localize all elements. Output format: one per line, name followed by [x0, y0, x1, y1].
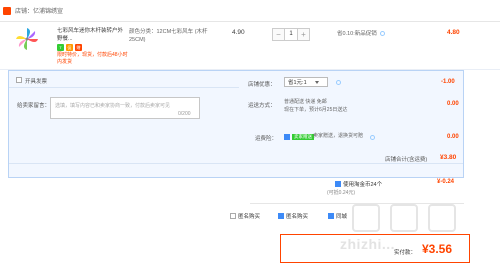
message-label: 给卖家留言： — [17, 103, 51, 109]
shipping-eta: 现在下单，预计6月25日送达 — [284, 107, 348, 113]
promo-line-2: 内发货 — [57, 59, 73, 65]
chevron-down-icon — [314, 80, 319, 84]
divider — [9, 87, 239, 88]
coupon-selected: 省1元:1 — [288, 80, 307, 86]
option-item[interactable]: 同城 — [328, 212, 347, 220]
quantity-stepper: − 1 + — [272, 28, 310, 41]
coin-discount-checkbox[interactable] — [335, 181, 341, 187]
coin-discount-amount: ¥-0.24 — [437, 179, 455, 185]
message-placeholder: 选填，填写内容已和卖家协商一致，付款后卖家可见 — [55, 103, 171, 109]
shipping-label: 运送方式： — [248, 103, 276, 109]
shipping-amount: 0.00 — [447, 101, 459, 107]
insurance-text: 卖家赠送，退换货可赔 — [313, 133, 364, 139]
help-icon[interactable] — [380, 31, 386, 37]
insurance-tag: 卖家赠送 — [292, 134, 314, 140]
payment-amount: ¥3.56 — [422, 242, 453, 256]
tmall-badge-icon: T — [57, 44, 64, 51]
option-item[interactable]: 匿名购买 — [230, 212, 260, 220]
qty-minus-button[interactable]: − — [273, 29, 284, 40]
coin-discount-note: (可抵0.24元) — [327, 190, 356, 196]
item-subtotal: 4.80 — [447, 29, 460, 36]
store-header: 店铺：亿浦锦绣宣 — [0, 0, 500, 22]
option-label: 匿名购买 — [286, 214, 309, 220]
qty-input[interactable]: 1 — [284, 29, 298, 40]
option-checkbox[interactable] — [328, 213, 334, 219]
payment-label: 实付款： — [394, 250, 417, 256]
qty-plus-button[interactable]: + — [298, 29, 309, 40]
store-total-amount: ¥3.80 — [440, 154, 457, 161]
promo-line-1: 限时特价，现货，付款后48小时 — [57, 52, 128, 58]
item-title[interactable]: 七彩风车迷你木杆装转户外野餐... — [57, 27, 127, 43]
option-checkbox[interactable] — [278, 213, 284, 219]
item-badges: T 促 赠 — [57, 44, 82, 51]
promo-badge-icon: 促 — [66, 44, 73, 51]
watermark-site: zhizhi... — [340, 236, 396, 252]
option-label: 匿名购买 — [238, 214, 261, 220]
gift-badge-icon: 赠 — [75, 44, 82, 51]
invoice-label: 开具发票 — [25, 79, 48, 85]
item-spec: 颜色分类：12CM七彩风车 (木杆25CM) — [129, 29, 208, 43]
item-price: 4.90 — [232, 29, 245, 36]
option-item[interactable]: 匿名购买 — [278, 212, 308, 220]
saving-text: 省0.10:新品促销 — [337, 31, 377, 37]
store-name[interactable]: 店铺：亿浦锦绣宣 — [15, 6, 63, 15]
shipping-method: 普通配送 快递 免邮 — [284, 99, 327, 105]
coupon-label: 店铺优惠： — [248, 82, 276, 88]
store-total-label: 店铺合计(含运费) — [385, 157, 428, 163]
coin-discount-label: 使用淘金币24个 — [343, 182, 383, 188]
watermark-logo — [428, 204, 456, 232]
insurance-checkbox[interactable] — [284, 134, 290, 140]
store-icon — [3, 6, 11, 15]
order-confirm-page: 店铺：亿浦锦绣宣 七彩风车迷你木杆装转户外野餐... T 促 赠 限时特价，现货… — [0, 0, 500, 263]
help-icon[interactable] — [336, 80, 341, 85]
insurance-label: 运费险： — [255, 136, 278, 142]
coupon-select[interactable]: 省1元:1 — [284, 77, 328, 87]
watermark-logo — [390, 204, 418, 232]
option-checkbox[interactable] — [230, 213, 236, 219]
option-label: 同城 — [336, 214, 348, 220]
saving-info: 省0.10:新品促销 — [337, 29, 386, 37]
insurance-amount: 0.00 — [447, 134, 459, 140]
message-count: 0/200 — [178, 111, 191, 117]
watermark-logo — [352, 204, 380, 232]
divider — [9, 163, 463, 164]
coupon-amount: -1.00 — [441, 79, 455, 85]
pinwheel-icon[interactable] — [14, 26, 40, 52]
invoice-checkbox[interactable] — [16, 77, 22, 83]
help-icon[interactable] — [370, 135, 375, 140]
